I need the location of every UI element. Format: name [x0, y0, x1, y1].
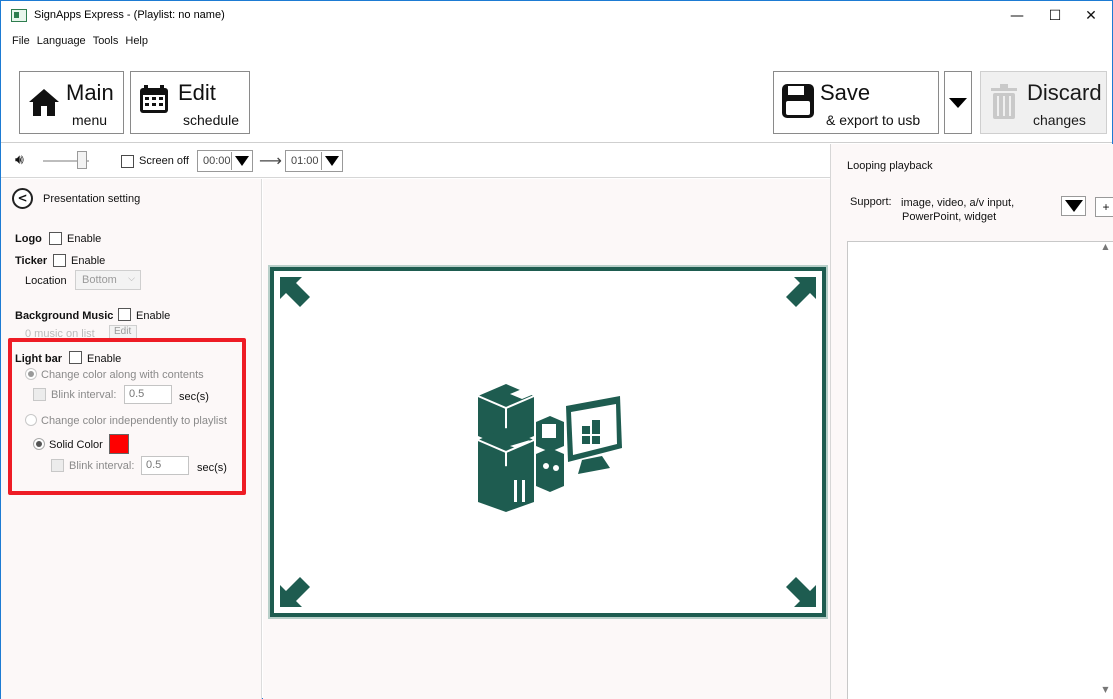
menu-bar: File Language Tools Help [1, 35, 155, 55]
support-formats-line1: image, video, a/v input, [901, 197, 1015, 209]
calendar-icon [140, 85, 168, 113]
screen-off-checkbox[interactable] [121, 155, 134, 168]
scroll-up-icon[interactable]: ▲ [1098, 242, 1113, 256]
logo-enable-checkbox[interactable] [49, 232, 62, 245]
save-export-button[interactable]: Save & export to usb [773, 71, 939, 134]
logo-label: Logo [15, 233, 42, 245]
scroll-down-icon[interactable]: ▼ [1098, 685, 1113, 699]
window-title: SignApps Express - (Playlist: no name) [34, 9, 225, 21]
playback-control-bar: 🔊︎ Screen off 00:00 ⟶ 01:00 [1, 144, 830, 178]
playlist-listbox[interactable]: ▲ ▼ [847, 241, 1113, 699]
ticker-label: Ticker [15, 255, 48, 267]
floppy-disk-icon [782, 84, 814, 118]
resize-corner-top-left-icon[interactable] [278, 275, 312, 309]
lightbar-highlight-frame [8, 338, 246, 495]
ticker-location-select[interactable]: Bottom ⌵ [75, 270, 141, 290]
add-content-button[interactable]: + [1095, 197, 1113, 217]
screen-off-label: Screen off [139, 155, 189, 167]
ticker-enable-label: Enable [71, 255, 106, 267]
time-to-value: 01:00 [291, 155, 319, 167]
menu-language[interactable]: Language [37, 35, 86, 55]
chevron-down-icon: ⌵ [128, 274, 135, 284]
menu-tools[interactable]: Tools [93, 35, 119, 55]
menu-file[interactable]: File [12, 35, 30, 55]
resize-corner-bottom-left-icon[interactable] [278, 575, 312, 609]
app-window: SignApps Express - (Playlist: no name) —… [0, 0, 1113, 699]
bgmusic-label: Background Music [15, 310, 114, 322]
ticker-location-value: Bottom [82, 274, 117, 286]
save-button-title: Save [820, 80, 871, 105]
arrow-right-icon: ⟶ [259, 151, 282, 170]
time-from-value: 00:00 [203, 155, 231, 167]
chevron-down-icon [231, 152, 251, 170]
discard-changes-button[interactable]: Discard changes [980, 71, 1107, 134]
resize-corner-bottom-right-icon[interactable] [784, 575, 818, 609]
close-button[interactable]: ✕ [1068, 1, 1113, 31]
trash-icon [991, 84, 1017, 119]
looping-playback-title: Looping playback [847, 160, 933, 172]
logo-enable-label: Enable [67, 233, 102, 245]
app-logo-icon [11, 9, 27, 22]
edit-button-title: Edit [178, 80, 216, 105]
chevron-down-icon [321, 152, 341, 170]
save-options-dropdown[interactable] [944, 71, 972, 134]
add-content-dropdown[interactable] [1061, 196, 1086, 216]
edit-schedule-button[interactable]: Edit schedule [130, 71, 250, 134]
ticker-enable-checkbox[interactable] [53, 254, 66, 267]
support-formats: image, video, a/v input, PowerPoint, wid… [901, 196, 1014, 224]
chevron-down-icon [949, 98, 967, 108]
music-edit-label: Edit [114, 326, 132, 337]
back-chevron-icon[interactable]: < [12, 188, 33, 209]
time-to-select[interactable]: 01:00 [285, 150, 343, 172]
edit-button-subtitle: schedule [183, 112, 240, 128]
toolbar: Main menu Edit schedule Save & export to… [1, 57, 1112, 143]
menu-help[interactable]: Help [125, 35, 148, 55]
preview-screen [270, 267, 826, 617]
presentation-setting-title: Presentation setting [43, 193, 141, 205]
discard-button-subtitle: changes [1033, 112, 1086, 128]
title-bar: SignApps Express - (Playlist: no name) —… [1, 1, 1112, 31]
time-from-select[interactable]: 00:00 [197, 150, 253, 172]
volume-icon[interactable]: 🔊︎ [15, 152, 24, 168]
home-icon [29, 89, 59, 116]
main-button-subtitle: menu [72, 112, 108, 128]
bgmusic-enable-label: Enable [136, 310, 171, 322]
main-menu-button[interactable]: Main menu [19, 71, 124, 134]
discard-button-title: Discard [1027, 80, 1102, 105]
save-button-subtitle: & export to usb [826, 112, 921, 128]
support-label: Support: [850, 196, 892, 208]
resize-corner-top-right-icon[interactable] [784, 275, 818, 309]
volume-slider-thumb[interactable] [77, 151, 87, 169]
music-edit-button[interactable]: Edit [109, 325, 137, 339]
ticker-location-label: Location [25, 275, 67, 287]
looping-playback-panel: Looping playback Support: image, video, … [830, 144, 1113, 699]
bgmusic-enable-checkbox[interactable] [118, 308, 131, 321]
signapps-logo-icon [477, 384, 622, 512]
main-button-title: Main [66, 80, 114, 105]
support-formats-line2: PowerPoint, widget [902, 211, 997, 223]
